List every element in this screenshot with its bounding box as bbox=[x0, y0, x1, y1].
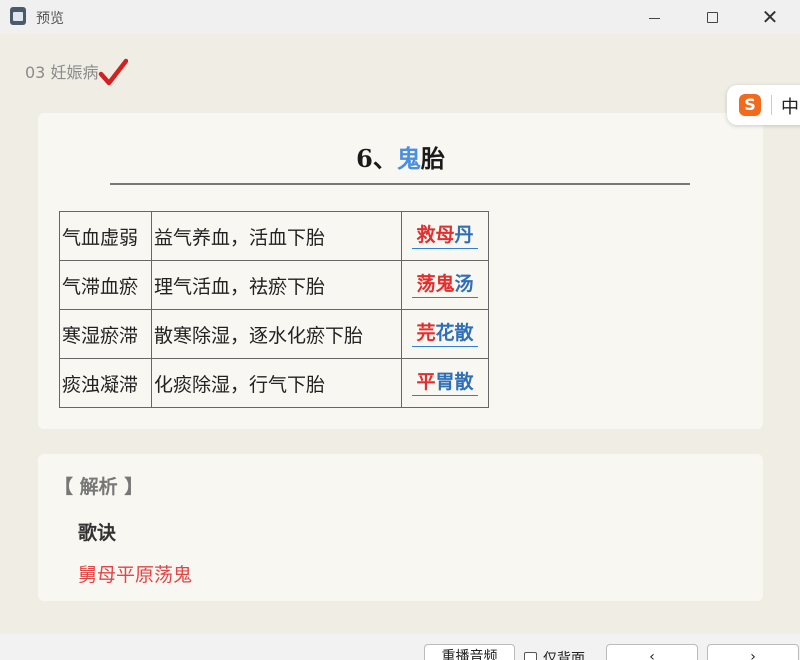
method-cell: 益气养血，活血下胎 bbox=[151, 211, 402, 261]
prescription-link[interactable]: 平胃散 bbox=[412, 370, 478, 396]
prescription-link[interactable]: 救母丹 bbox=[412, 223, 478, 249]
chevron-left-icon: ‹ bbox=[649, 649, 655, 660]
heading-divider bbox=[110, 183, 690, 185]
window-titlebar: 预览 ✕ bbox=[0, 0, 800, 34]
pattern-cell: 气滞血瘀 bbox=[59, 260, 152, 310]
back-only-toggle[interactable]: 仅背面 bbox=[524, 648, 585, 660]
prescription-cell: 平胃散 bbox=[401, 358, 489, 408]
prescription-link[interactable]: 荡鬼汤 bbox=[412, 272, 478, 298]
pattern-cell: 寒湿瘀滞 bbox=[59, 309, 152, 359]
pattern-cell: 气血虚弱 bbox=[59, 211, 152, 261]
prescription-cell: 荡鬼汤 bbox=[401, 260, 489, 310]
table-row: 痰浊凝滞 化痰除湿，行气下胎 平胃散 bbox=[59, 358, 489, 408]
prescription-cell: 救母丹 bbox=[401, 211, 489, 261]
treatment-table: 气血虚弱 益气养血，活血下胎 救母丹 气滞血瘀 理气活血，祛瘀下胎 荡鬼汤 寒湿… bbox=[59, 211, 489, 408]
prescription-red-part: 平 bbox=[416, 370, 436, 393]
analysis-label: 【 解析 】 bbox=[54, 476, 144, 498]
method-cell: 理气活血，祛瘀下胎 bbox=[151, 260, 402, 310]
chapter-label: 03 妊娠病 bbox=[25, 63, 99, 82]
heading-highlight: 鬼 bbox=[396, 144, 421, 173]
prescription-red-part: 救母 bbox=[416, 223, 455, 246]
card-analysis: 【 解析 】 歌诀 舅母平原荡鬼 bbox=[38, 454, 763, 601]
close-button[interactable]: ✕ bbox=[742, 0, 798, 34]
method-cell: 化痰除湿，行气下胎 bbox=[151, 358, 402, 408]
pattern-cell: 痰浊凝滞 bbox=[59, 358, 152, 408]
prescription-blue-part: 胃散 bbox=[435, 370, 474, 393]
next-button[interactable]: › bbox=[707, 644, 799, 660]
replay-audio-button[interactable]: 重播音频 bbox=[424, 644, 515, 660]
ime-toolbar[interactable]: S 中 bbox=[727, 85, 800, 125]
minimize-button[interactable] bbox=[626, 0, 682, 34]
chevron-right-icon: › bbox=[750, 649, 756, 660]
close-icon: ✕ bbox=[761, 5, 779, 29]
table-row: 气血虚弱 益气养血，活血下胎 救母丹 bbox=[59, 211, 489, 261]
table-row: 寒湿瘀滞 散寒除湿，逐水化瘀下胎 芫花散 bbox=[59, 309, 489, 359]
prescription-red-part: 芫 bbox=[416, 321, 436, 344]
previous-button[interactable]: ‹ bbox=[606, 644, 698, 660]
prescription-link[interactable]: 芫花散 bbox=[412, 321, 478, 347]
rhyme-title: 歌诀 bbox=[78, 522, 117, 544]
rhyme-text: 舅母平原荡鬼 bbox=[78, 564, 193, 586]
preview-content: 03 妊娠病 6、鬼胎 气血虚弱 益气养血，活血下胎 救母丹 气滞血瘀 理气活血… bbox=[0, 34, 800, 634]
table-row: 气滞血瘀 理气活血，祛瘀下胎 荡鬼汤 bbox=[59, 260, 489, 310]
ime-mode-label[interactable]: 中 bbox=[781, 93, 799, 119]
prescription-blue-part: 花散 bbox=[435, 321, 474, 344]
back-only-label: 仅背面 bbox=[543, 651, 585, 660]
prescription-blue-part: 丹 bbox=[454, 223, 474, 246]
prescription-cell: 芫花散 bbox=[401, 309, 489, 359]
prescription-blue-part: 汤 bbox=[454, 272, 474, 295]
card-heading: 6、鬼胎 bbox=[38, 139, 763, 174]
back-only-checkbox[interactable] bbox=[524, 651, 537, 660]
maximize-button[interactable] bbox=[684, 0, 740, 34]
bottom-toolbar: 重播音频 仅背面 ‹ › bbox=[0, 634, 800, 660]
heading-suffix: 胎 bbox=[420, 144, 445, 173]
ime-divider bbox=[771, 95, 772, 115]
check-icon bbox=[98, 58, 128, 86]
method-cell: 散寒除湿，逐水化瘀下胎 bbox=[151, 309, 402, 359]
heading-prefix: 6、 bbox=[356, 144, 397, 173]
maximize-icon bbox=[706, 11, 718, 23]
prescription-red-part: 荡鬼 bbox=[416, 272, 455, 295]
card-main: 6、鬼胎 气血虚弱 益气养血，活血下胎 救母丹 气滞血瘀 理气活血，祛瘀下胎 荡… bbox=[38, 113, 763, 429]
app-icon bbox=[10, 7, 26, 25]
minimize-icon bbox=[648, 17, 660, 19]
window-title: 预览 bbox=[36, 11, 64, 27]
sogou-ime-icon: S bbox=[739, 94, 761, 116]
